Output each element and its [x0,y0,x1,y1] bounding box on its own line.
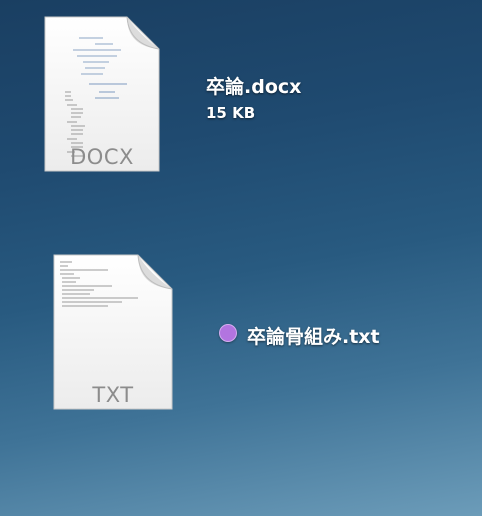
file-type-label: TXT [92,383,134,407]
file-type-label: DOCX [70,145,134,169]
purple-tag-icon [219,324,237,342]
file-size-label: 15 KB [206,104,256,122]
file-name-label[interactable]: 卒論骨組み.txt [247,322,380,349]
docx-document-icon[interactable]: DOCX [43,16,161,173]
txt-document-icon[interactable]: TXT [52,254,174,411]
file-name-label[interactable]: 卒論.docx [206,72,301,99]
